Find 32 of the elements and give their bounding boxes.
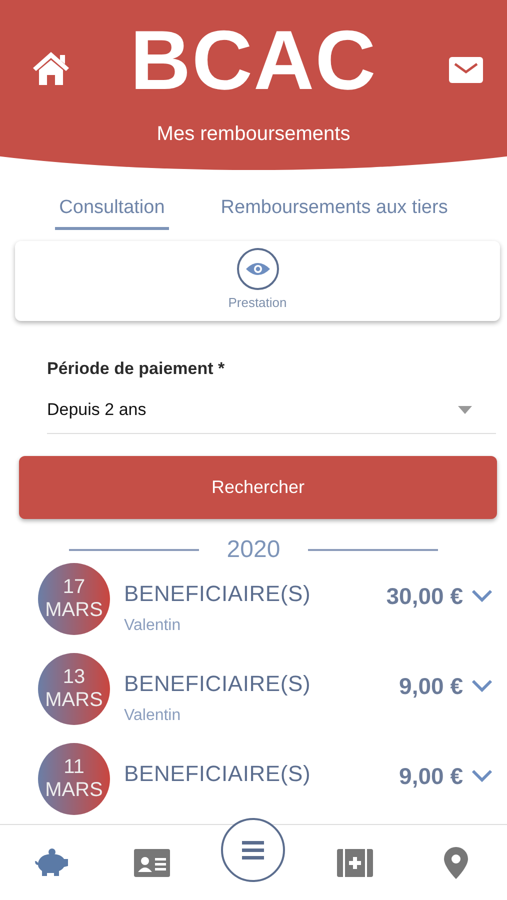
chevron-down-icon[interactable]: [471, 769, 493, 783]
app-logo: BCAC: [130, 18, 377, 102]
tab[interactable]: Consultation: [55, 197, 169, 230]
beneficiary-name: Valentin: [124, 707, 182, 725]
prestation-filter[interactable]: Prestation: [15, 241, 500, 310]
date-badge: 11 MARS: [38, 743, 110, 815]
field-label: Période de paiement *: [47, 359, 226, 379]
beneficiary-name: Valentin: [124, 617, 182, 635]
payment-amount: 9,00 €: [399, 672, 463, 700]
chevron-down-icon[interactable]: [471, 589, 493, 603]
piggy-bank-icon[interactable]: [32, 848, 69, 878]
page-title: Mes remboursements: [156, 123, 350, 146]
date-badge: 17 MARS: [38, 563, 110, 635]
payment-title: BENEFICIAIRE(S): [124, 671, 312, 697]
payment-amount: 9,00 €: [399, 762, 463, 790]
year-heading: 2020: [226, 536, 280, 564]
payment-title: BENEFICIAIRE(S): [124, 761, 312, 787]
payment-title: BENEFICIAIRE(S): [124, 581, 312, 607]
id-card-icon[interactable]: [134, 848, 170, 876]
eye-icon: [236, 247, 280, 291]
payment-amount: 30,00 €: [386, 582, 463, 610]
tab[interactable]: Remboursements aux tiers: [216, 197, 452, 230]
dropdown-arrow-icon: [458, 406, 472, 414]
period-dropdown[interactable]: Depuis 2 ans: [47, 387, 496, 434]
date-badge: 13 MARS: [38, 653, 110, 725]
home-icon[interactable]: [31, 50, 71, 86]
medical-kit-icon[interactable]: [336, 848, 373, 876]
location-pin-icon[interactable]: [444, 846, 468, 878]
menu-icon: [242, 840, 264, 860]
chevron-down-icon[interactable]: [471, 679, 493, 693]
mail-icon[interactable]: [449, 57, 483, 83]
search-button[interactable]: Rechercher: [19, 456, 497, 519]
